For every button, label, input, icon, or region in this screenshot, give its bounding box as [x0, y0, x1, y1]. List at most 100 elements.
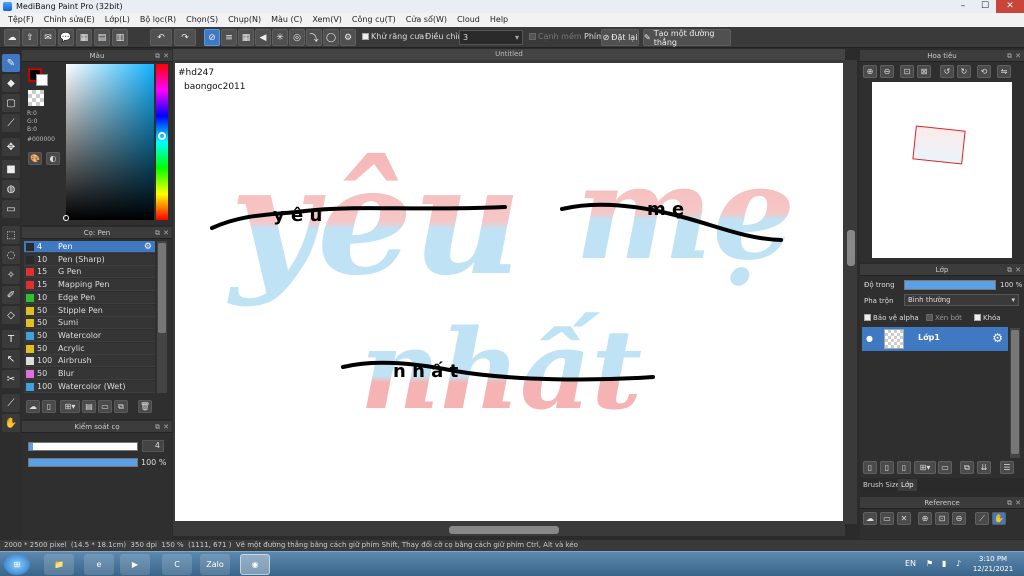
fit-icon[interactable]: ⊡: [900, 65, 914, 78]
menu-filter[interactable]: Bộ lọc(R): [135, 13, 181, 27]
antialias-checkbox[interactable]: [362, 33, 369, 40]
close-button[interactable]: ✕: [996, 0, 1024, 13]
background-color-swatch[interactable]: [36, 74, 48, 86]
menu-select[interactable]: Chọn(S): [181, 13, 223, 27]
grid-icon[interactable]: ▦: [76, 29, 92, 46]
canvas-paper[interactable]: #hd247 baongoc2011 yêu mẹ nhất y ê u m ẹ…: [175, 63, 843, 521]
comment-icon[interactable]: 💬: [58, 29, 74, 46]
fill-tool-icon[interactable]: ◍: [2, 180, 20, 198]
move-tool-icon[interactable]: ✥: [2, 138, 20, 156]
curve-snap-icon[interactable]: ⤵: [306, 29, 322, 46]
file-explorer-icon[interactable]: 📁: [44, 554, 74, 575]
close-reference-icon[interactable]: ✕: [897, 512, 911, 525]
adjust-select[interactable]: 3 ▾: [459, 30, 523, 45]
layer-tab[interactable]: Lớp: [898, 479, 917, 491]
color-history-icon[interactable]: ◐: [46, 152, 60, 165]
rotate-right-icon[interactable]: ↻: [957, 65, 971, 78]
minimize-button[interactable]: –: [952, 0, 974, 13]
text-tool-icon[interactable]: T: [2, 330, 20, 348]
brush-item[interactable]: 100 Airbrush: [24, 355, 155, 368]
brush-size-slider[interactable]: [28, 442, 138, 451]
vertical-scroll-thumb[interactable]: [847, 230, 855, 266]
menu-tools[interactable]: Công cụ(T): [347, 13, 401, 27]
canvas-horizontal-scrollbar[interactable]: [173, 524, 845, 536]
layer-scroll-thumb[interactable]: [1011, 330, 1019, 454]
select-eraser-tool-icon[interactable]: ◇: [2, 306, 20, 324]
lock-checkbox[interactable]: [974, 314, 981, 321]
gradient-tool-icon[interactable]: ▭: [2, 200, 20, 218]
expand-icon[interactable]: ⧉: [155, 421, 160, 433]
expand-icon[interactable]: ⧉: [155, 50, 160, 62]
menu-snap[interactable]: Chụp(N): [223, 13, 266, 27]
layer-opacity-slider[interactable]: [904, 280, 996, 290]
close-icon[interactable]: ✕: [1015, 50, 1021, 62]
cloud-upload-icon[interactable]: ☁: [863, 512, 877, 525]
duplicate-layer-icon[interactable]: ⧉: [960, 461, 974, 474]
folder-icon[interactable]: ▭: [98, 400, 112, 413]
brush-item[interactable]: 50 Sumi: [24, 317, 155, 330]
shape-tool-icon[interactable]: ■: [2, 160, 20, 178]
canvas-vertical-scrollbar[interactable]: [845, 60, 857, 524]
gear-icon[interactable]: ⚙: [144, 241, 152, 253]
menu-layer[interactable]: Lớp(L): [100, 13, 135, 27]
export-icon[interactable]: ⇧: [22, 29, 38, 46]
eye-icon[interactable]: ●: [866, 334, 873, 343]
hue-slider[interactable]: [156, 64, 168, 220]
tray-flag-icon[interactable]: ⚑: [926, 559, 933, 568]
copy-brush-icon[interactable]: ⧉: [114, 400, 128, 413]
reset-button[interactable]: ⊘ Đặt lại: [601, 29, 639, 46]
viewport-indicator[interactable]: [912, 125, 966, 165]
folder-icon[interactable]: ▭: [938, 461, 952, 474]
trash-icon[interactable]: 🗑: [138, 400, 152, 413]
clock[interactable]: 3:10 PM 12/21/2021: [972, 554, 1014, 574]
rotate-reset-icon[interactable]: ⟲: [977, 65, 991, 78]
new-brush-icon[interactable]: ▯: [42, 400, 56, 413]
internet-explorer-icon[interactable]: e: [84, 554, 114, 575]
menu-window[interactable]: Cửa sổ(W): [401, 13, 452, 27]
hue-handle[interactable]: [158, 132, 166, 140]
dot-pen-tool-icon[interactable]: ⟋: [2, 114, 20, 132]
close-icon[interactable]: ✕: [163, 227, 169, 239]
edge-toggle[interactable]: Cạnh mềm: [529, 32, 582, 41]
flip-icon[interactable]: ⇋: [997, 65, 1011, 78]
brush-opacity-slider[interactable]: [28, 458, 138, 467]
circle-snap-icon[interactable]: ◎: [289, 29, 305, 46]
gear-icon[interactable]: ⚙: [340, 29, 356, 46]
redo-icon[interactable]: ↷: [174, 29, 196, 46]
protect-alpha-checkbox[interactable]: [864, 314, 871, 321]
rotate-left-icon[interactable]: ↺: [940, 65, 954, 78]
operation-tool-icon[interactable]: ↖: [2, 350, 20, 368]
cloud-brush-icon[interactable]: ☁: [26, 400, 40, 413]
lasso-tool-icon[interactable]: ◌: [2, 246, 20, 264]
add-layer-menu-icon[interactable]: ⊞▾: [914, 461, 936, 474]
brush-item[interactable]: 50 Blur: [24, 368, 155, 380]
brush-scroll-thumb[interactable]: [158, 243, 166, 333]
brush-item[interactable]: 10 Edge Pen: [24, 291, 155, 304]
app-c-icon[interactable]: C: [162, 554, 192, 575]
chrome-icon[interactable]: ◉: [240, 554, 270, 575]
new-layer-8bit-icon[interactable]: ▯: [880, 461, 894, 474]
close-icon[interactable]: ✕: [1015, 264, 1021, 276]
divide-tool-icon[interactable]: ✂: [2, 370, 20, 388]
tiles-icon[interactable]: ▥: [112, 29, 128, 46]
clip-toggle[interactable]: Xén bớt: [926, 314, 962, 322]
expand-icon[interactable]: ⧉: [1007, 497, 1012, 509]
expand-icon[interactable]: ⧉: [1007, 264, 1012, 276]
lock-toggle[interactable]: Khóa: [974, 314, 1001, 322]
layer-scrollbar[interactable]: [1010, 328, 1020, 458]
brush-settings-icon[interactable]: ▤: [82, 400, 96, 413]
brush-item[interactable]: 50 Acrylic: [24, 342, 155, 355]
radial-snap-icon[interactable]: ✳: [272, 29, 288, 46]
select-tool-icon[interactable]: ⬚: [2, 226, 20, 244]
maximize-button[interactable]: ☐: [974, 0, 996, 13]
menu-file[interactable]: Tệp(F): [3, 13, 39, 27]
blend-select[interactable]: Bình thường ▾: [904, 294, 1019, 306]
eyedropper-tool-icon[interactable]: ⟋: [2, 394, 20, 412]
menu-view[interactable]: Xem(V): [307, 13, 347, 27]
tray-volume-icon[interactable]: ♪: [956, 559, 961, 568]
brush-item[interactable]: 10 Pen (Sharp): [24, 253, 155, 266]
media-player-icon[interactable]: ▶: [120, 554, 150, 575]
close-icon[interactable]: ✕: [163, 421, 169, 433]
zoom-out-icon[interactable]: ⊖: [952, 512, 966, 525]
ellipse-snap-icon[interactable]: ◯: [323, 29, 339, 46]
